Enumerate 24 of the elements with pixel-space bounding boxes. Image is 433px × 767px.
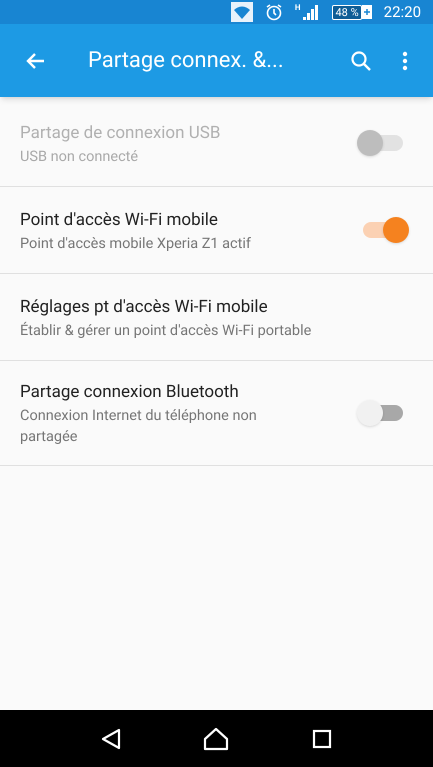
network-type-label: H [294, 4, 300, 12]
settings-row[interactable]: Partage connexion Bluetooth Connexion Internet du téléphone non partagée [0, 361, 433, 466]
battery-indicator: 48 % [332, 4, 362, 20]
alarm-clock-icon [264, 3, 283, 21]
row-title: Partage de connexion USB [20, 122, 222, 144]
more-vertical-icon [402, 50, 408, 70]
row-subtitle: USB non connecté [20, 146, 140, 166]
settings-row[interactable]: Point d'accès Wi-Fi mobile Point d'accès mobile Xperia Z1 actif [0, 187, 433, 274]
row-subtitle: Connexion Internet du téléphone non partagée [20, 406, 258, 447]
screen-title: Partage connex. &... [88, 47, 285, 75]
row-title: Point d'accès Wi-Fi mobile [20, 208, 219, 232]
search-icon [350, 50, 372, 72]
triangle-icon [101, 728, 122, 750]
row-subtitle: Établir & gérer un point d'accès Wi-Fi portable [20, 320, 312, 340]
charging-icon [362, 5, 372, 19]
row-subtitle: Point d'accès mobile Xperia Z1 actif [20, 234, 252, 254]
row-title: Réglages pt d'accès Wi-Fi mobile [20, 296, 269, 318]
back-arrow-icon [25, 52, 45, 70]
clock-time: 22:20 [384, 2, 421, 23]
house-icon [203, 726, 230, 750]
signal-icon [302, 4, 320, 20]
square-icon [312, 728, 332, 748]
settings-row[interactable]: Réglages pt d'accès Wi-Fi mobile Établir & gérer un point d'accès Wi-Fi portable [0, 274, 433, 361]
row-title: Partage connexion Bluetooth [20, 381, 240, 404]
